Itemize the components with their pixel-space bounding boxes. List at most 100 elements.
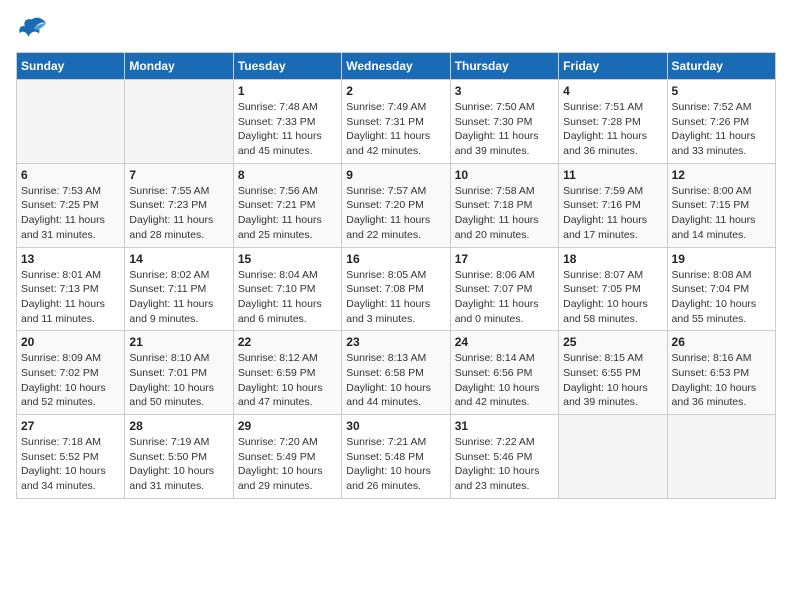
day-cell: 21Sunrise: 8:10 AM Sunset: 7:01 PM Dayli… (125, 331, 233, 415)
day-detail: Sunrise: 8:07 AM Sunset: 7:05 PM Dayligh… (563, 268, 662, 327)
day-number: 14 (129, 252, 228, 266)
day-number: 23 (346, 335, 445, 349)
day-number: 26 (672, 335, 771, 349)
day-cell: 20 Sunrise: 8:09 AM Sunset: 7:02 PM Dayli… (17, 331, 125, 415)
day-cell: 9 Sunrise: 7:57 AM Sunset: 7:20 PM Daylig… (342, 163, 450, 247)
day-detail: Sunrise: 7:21 AM Sunset: 5:48 PM Dayligh… (346, 435, 445, 494)
calendar-table: Sunday Monday Tuesday Wednesday Thursday… (16, 52, 776, 499)
day-cell: 23 Sunrise: 8:13 AM Sunset: 6:58 PM Dayli… (342, 331, 450, 415)
day-cell: 19 Sunrise: 8:08 AM Sunset: 7:04 PM Dayli… (667, 247, 775, 331)
week-row-3: 13 Sunrise: 8:01 AM Sunset: 7:13 PM Dayli… (17, 247, 776, 331)
day-number: 18 (563, 252, 662, 266)
day-cell: 8 Sunrise: 7:56 AM Sunset: 7:21 PM Daylig… (233, 163, 341, 247)
logo-icon (16, 16, 48, 44)
day-cell: 22 Sunrise: 8:12 AM Sunset: 6:59 PM Dayli… (233, 331, 341, 415)
day-detail: Sunrise: 7:50 AM Sunset: 7:30 PM Dayligh… (455, 100, 554, 159)
day-detail: Sunrise: 8:14 AM Sunset: 6:56 PM Dayligh… (455, 351, 554, 410)
day-detail: Sunrise: 8:00 AM Sunset: 7:15 PM Dayligh… (672, 184, 771, 243)
day-detail: Sunrise: 7:57 AM Sunset: 7:20 PM Dayligh… (346, 184, 445, 243)
day-number: 30 (346, 419, 445, 433)
day-detail: Sunrise: 8:13 AM Sunset: 6:58 PM Dayligh… (346, 351, 445, 410)
day-cell: 14 Sunrise: 8:02 AM Sunset: 7:11 PM Dayli… (125, 247, 233, 331)
day-cell: 26Sunrise: 8:16 AM Sunset: 6:53 PM Dayli… (667, 331, 775, 415)
day-number: 7 (129, 168, 228, 182)
day-detail: Sunrise: 8:12 AM Sunset: 6:59 PM Dayligh… (238, 351, 337, 410)
day-number: 19 (672, 252, 771, 266)
day-number: 13 (21, 252, 120, 266)
header-row: Sunday Monday Tuesday Wednesday Thursday… (17, 53, 776, 80)
day-cell: 27 Sunrise: 7:18 AM Sunset: 5:52 PM Dayli… (17, 415, 125, 499)
day-detail: Sunrise: 8:08 AM Sunset: 7:04 PM Dayligh… (672, 268, 771, 327)
day-cell: 6 Sunrise: 7:53 AM Sunset: 7:25 PM Daylig… (17, 163, 125, 247)
day-cell: 10Sunrise: 7:58 AM Sunset: 7:18 PM Dayli… (450, 163, 558, 247)
day-number: 1 (238, 84, 337, 98)
day-cell (559, 415, 667, 499)
day-number: 8 (238, 168, 337, 182)
day-detail: Sunrise: 8:01 AM Sunset: 7:13 PM Dayligh… (21, 268, 120, 327)
day-number: 10 (455, 168, 554, 182)
col-wednesday: Wednesday (342, 53, 450, 80)
day-cell: 13 Sunrise: 8:01 AM Sunset: 7:13 PM Dayli… (17, 247, 125, 331)
day-cell (125, 80, 233, 164)
day-detail: Sunrise: 8:02 AM Sunset: 7:11 PM Dayligh… (129, 268, 228, 327)
day-number: 2 (346, 84, 445, 98)
day-detail: Sunrise: 7:51 AM Sunset: 7:28 PM Dayligh… (563, 100, 662, 159)
day-cell: 12 Sunrise: 8:00 AM Sunset: 7:15 PM Dayli… (667, 163, 775, 247)
day-cell: 1 Sunrise: 7:48 AM Sunset: 7:33 PM Daylig… (233, 80, 341, 164)
day-number: 28 (129, 419, 228, 433)
day-number: 16 (346, 252, 445, 266)
day-number: 6 (21, 168, 120, 182)
day-number: 24 (455, 335, 554, 349)
day-detail: Sunrise: 7:55 AM Sunset: 7:23 PM Dayligh… (129, 184, 228, 243)
day-detail: Sunrise: 8:04 AM Sunset: 7:10 PM Dayligh… (238, 268, 337, 327)
col-monday: Monday (125, 53, 233, 80)
col-friday: Friday (559, 53, 667, 80)
day-cell: 28 Sunrise: 7:19 AM Sunset: 5:50 PM Dayli… (125, 415, 233, 499)
day-cell (667, 415, 775, 499)
day-detail: Sunrise: 7:56 AM Sunset: 7:21 PM Dayligh… (238, 184, 337, 243)
day-detail: Sunrise: 7:20 AM Sunset: 5:49 PM Dayligh… (238, 435, 337, 494)
day-cell: 18 Sunrise: 8:07 AM Sunset: 7:05 PM Dayli… (559, 247, 667, 331)
col-sunday: Sunday (17, 53, 125, 80)
day-number: 9 (346, 168, 445, 182)
day-detail: Sunrise: 8:06 AM Sunset: 7:07 PM Dayligh… (455, 268, 554, 327)
day-cell: 2 Sunrise: 7:49 AM Sunset: 7:31 PM Daylig… (342, 80, 450, 164)
day-detail: Sunrise: 8:09 AM Sunset: 7:02 PM Dayligh… (21, 351, 120, 410)
day-detail: Sunrise: 7:53 AM Sunset: 7:25 PM Dayligh… (21, 184, 120, 243)
day-detail: Sunrise: 7:59 AM Sunset: 7:16 PM Dayligh… (563, 184, 662, 243)
day-detail: Sunrise: 8:15 AM Sunset: 6:55 PM Dayligh… (563, 351, 662, 410)
day-detail: Sunrise: 8:05 AM Sunset: 7:08 PM Dayligh… (346, 268, 445, 327)
day-detail: Sunrise: 7:22 AM Sunset: 5:46 PM Dayligh… (455, 435, 554, 494)
day-number: 4 (563, 84, 662, 98)
day-detail: Sunrise: 7:52 AM Sunset: 7:26 PM Dayligh… (672, 100, 771, 159)
day-cell: 30 Sunrise: 7:21 AM Sunset: 5:48 PM Dayli… (342, 415, 450, 499)
week-row-2: 6 Sunrise: 7:53 AM Sunset: 7:25 PM Daylig… (17, 163, 776, 247)
day-cell: 5Sunrise: 7:52 AM Sunset: 7:26 PM Daylig… (667, 80, 775, 164)
day-number: 3 (455, 84, 554, 98)
day-cell (17, 80, 125, 164)
col-thursday: Thursday (450, 53, 558, 80)
day-number: 27 (21, 419, 120, 433)
day-number: 20 (21, 335, 120, 349)
day-number: 22 (238, 335, 337, 349)
col-tuesday: Tuesday (233, 53, 341, 80)
day-cell: 25 Sunrise: 8:15 AM Sunset: 6:55 PM Dayli… (559, 331, 667, 415)
day-cell: 29 Sunrise: 7:20 AM Sunset: 5:49 PM Dayli… (233, 415, 341, 499)
logo (16, 16, 52, 44)
day-cell: 16 Sunrise: 8:05 AM Sunset: 7:08 PM Dayli… (342, 247, 450, 331)
day-detail: Sunrise: 7:19 AM Sunset: 5:50 PM Dayligh… (129, 435, 228, 494)
day-cell: 4 Sunrise: 7:51 AM Sunset: 7:28 PM Daylig… (559, 80, 667, 164)
day-number: 12 (672, 168, 771, 182)
day-number: 31 (455, 419, 554, 433)
day-cell: 7 Sunrise: 7:55 AM Sunset: 7:23 PM Daylig… (125, 163, 233, 247)
week-row-5: 27 Sunrise: 7:18 AM Sunset: 5:52 PM Dayli… (17, 415, 776, 499)
day-detail: Sunrise: 7:48 AM Sunset: 7:33 PM Dayligh… (238, 100, 337, 159)
day-number: 29 (238, 419, 337, 433)
day-number: 25 (563, 335, 662, 349)
day-number: 17 (455, 252, 554, 266)
day-detail: Sunrise: 7:49 AM Sunset: 7:31 PM Dayligh… (346, 100, 445, 159)
day-detail: Sunrise: 7:18 AM Sunset: 5:52 PM Dayligh… (21, 435, 120, 494)
day-cell: 3 Sunrise: 7:50 AM Sunset: 7:30 PM Daylig… (450, 80, 558, 164)
day-cell: 24 Sunrise: 8:14 AM Sunset: 6:56 PM Dayli… (450, 331, 558, 415)
day-cell: 11Sunrise: 7:59 AM Sunset: 7:16 PM Dayli… (559, 163, 667, 247)
